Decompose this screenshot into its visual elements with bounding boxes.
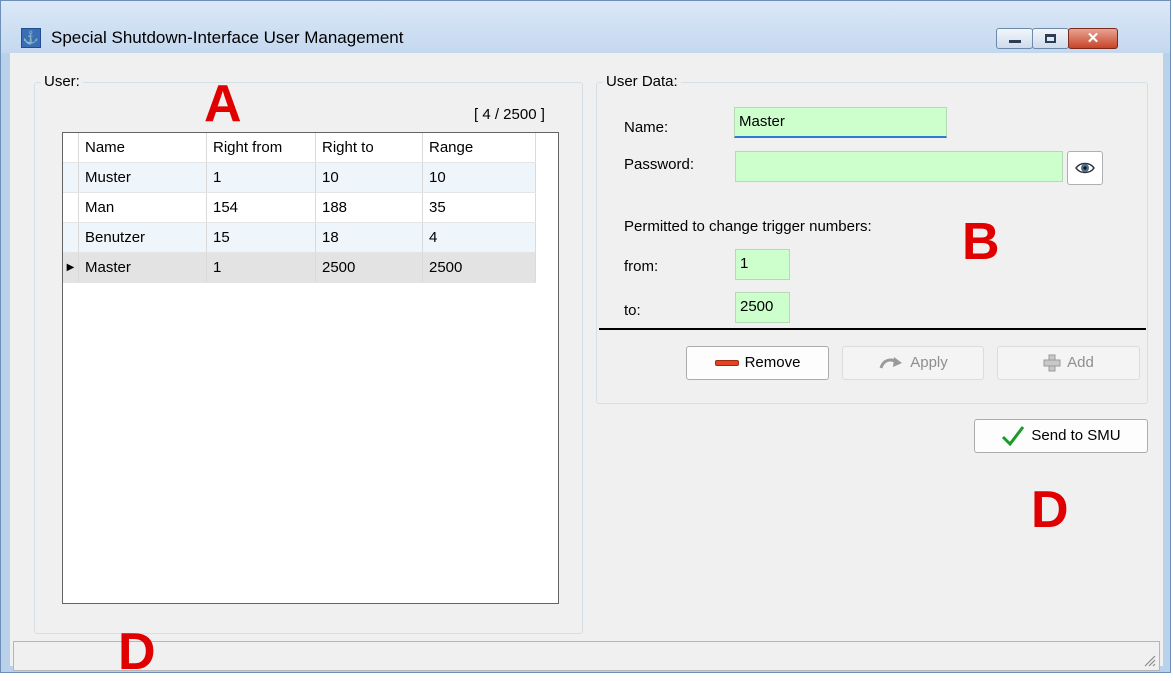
password-label: Password: [624, 156, 695, 173]
cell-name[interactable]: Man [78, 192, 207, 223]
annotation-a: A [204, 75, 242, 133]
user-data-group-label: User Data: [603, 73, 681, 90]
cell-right-from[interactable]: 1 [206, 162, 316, 193]
table-row[interactable]: Benutzer 15 18 4 [63, 222, 536, 253]
app-icon: ⚓ [21, 28, 41, 48]
show-password-button[interactable] [1067, 151, 1103, 185]
window-title: Special Shutdown-Interface User Manageme… [51, 28, 404, 47]
main-window: ⚓ Special Shutdown-Interface User Manage… [0, 0, 1171, 678]
cell-name[interactable]: Master [78, 252, 207, 283]
to-field[interactable]: 2500 [735, 292, 790, 323]
cell-range[interactable]: 4 [422, 222, 536, 253]
eye-icon [1075, 162, 1095, 174]
permitted-label: Permitted to change trigger numbers: [624, 218, 872, 235]
client-area: User: A [ 4 / 2500 ] Name Right from Rig… [10, 53, 1163, 666]
column-header-right-to[interactable]: Right to [315, 133, 423, 163]
minus-icon [714, 360, 739, 367]
maximize-button[interactable] [1032, 28, 1069, 49]
to-label: to: [624, 302, 641, 319]
cell-right-from[interactable]: 1 [206, 252, 316, 283]
plus-icon [1043, 354, 1061, 372]
status-bar [13, 641, 1160, 671]
cell-right-to[interactable]: 18 [315, 222, 423, 253]
cell-right-to[interactable]: 188 [315, 192, 423, 223]
name-field[interactable]: Master [734, 107, 947, 138]
remove-button[interactable]: Remove [686, 346, 829, 380]
send-to-smu-button[interactable]: Send to SMU [974, 419, 1148, 453]
add-button-label: Add [1067, 354, 1094, 371]
table-row[interactable]: Muster 1 10 10 [63, 162, 536, 193]
user-table[interactable]: Name Right from Right to Range Muster 1 … [62, 132, 559, 604]
cell-right-to[interactable]: 10 [315, 162, 423, 193]
send-to-smu-label: Send to SMU [1031, 427, 1121, 444]
column-header-range[interactable]: Range [422, 133, 536, 163]
name-label: Name: [624, 119, 669, 136]
row-indicator [63, 192, 79, 223]
table-row[interactable]: Man 154 188 35 [63, 192, 536, 223]
cell-name[interactable]: Muster [78, 162, 207, 193]
table-header-row: Name Right from Right to Range [63, 133, 536, 163]
cell-right-from[interactable]: 154 [206, 192, 316, 223]
cell-name[interactable]: Benutzer [78, 222, 207, 253]
close-icon: ✕ [1086, 30, 1100, 47]
row-indicator [63, 162, 79, 193]
annotation-b: B [962, 213, 1000, 271]
cell-range[interactable]: 35 [422, 192, 536, 223]
checkmark-icon [1002, 426, 1025, 447]
user-group-label: User: [41, 73, 83, 90]
annotation-d-bottom: D [118, 623, 156, 681]
from-field[interactable]: 1 [735, 249, 790, 280]
from-label: from: [624, 258, 659, 275]
current-row-icon: ▶ [63, 252, 79, 283]
apply-button-label: Apply [910, 354, 948, 371]
password-field[interactable] [735, 151, 1063, 182]
title-bar[interactable]: ⚓ Special Shutdown-Interface User Manage… [1, 1, 1170, 53]
annotation-d-right: D [1031, 481, 1069, 539]
cell-range[interactable]: 2500 [422, 252, 536, 283]
minimize-icon [1009, 40, 1021, 43]
row-header-corner [63, 133, 79, 163]
close-button[interactable]: ✕ [1068, 28, 1118, 49]
row-indicator [63, 222, 79, 253]
column-header-name[interactable]: Name [78, 133, 207, 163]
maximize-icon [1045, 34, 1056, 43]
redo-arrow-icon [879, 357, 903, 369]
cell-right-to[interactable]: 2500 [315, 252, 423, 283]
table-row-selected[interactable]: ▶ Master 1 2500 2500 [63, 252, 536, 283]
divider-line [599, 328, 1146, 330]
column-header-right-from[interactable]: Right from [206, 133, 316, 163]
cell-right-from[interactable]: 15 [206, 222, 316, 253]
cell-range[interactable]: 10 [422, 162, 536, 193]
apply-button[interactable]: Apply [842, 346, 984, 380]
remove-button-label: Remove [744, 354, 801, 371]
user-counter: [ 4 / 2500 ] [474, 106, 545, 123]
add-button[interactable]: Add [997, 346, 1140, 380]
minimize-button[interactable] [996, 28, 1033, 49]
resize-grip-icon[interactable] [1142, 653, 1156, 667]
